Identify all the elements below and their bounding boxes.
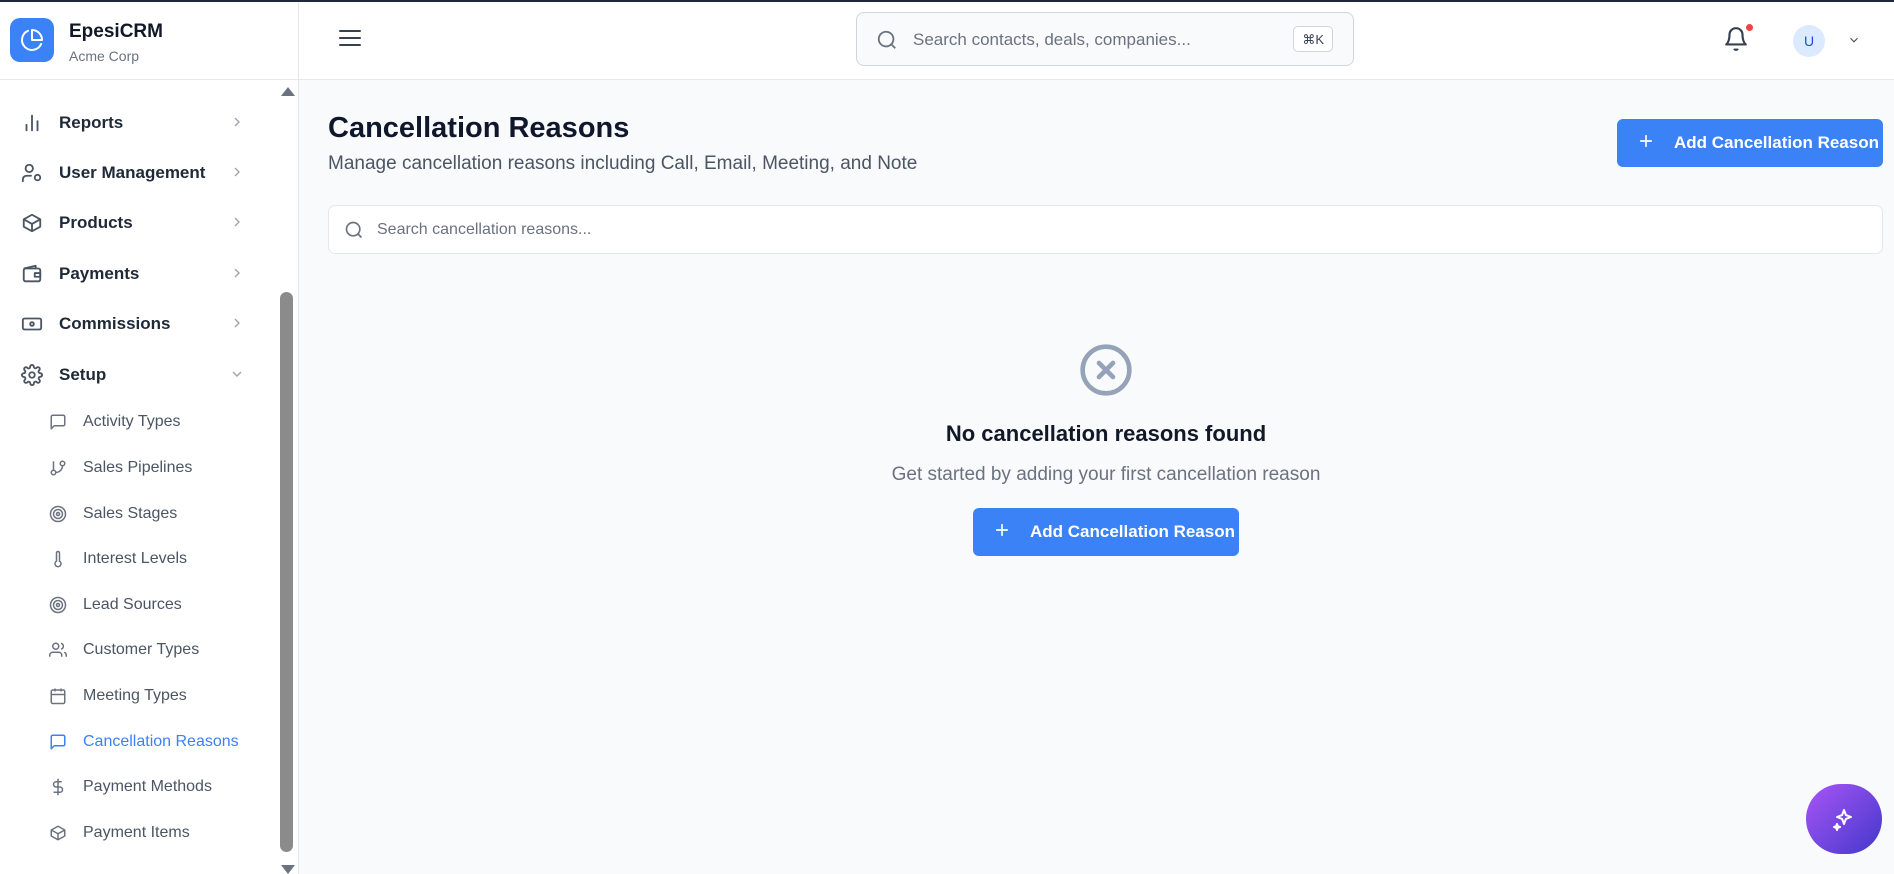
sidebar-subitem-label: Meeting Types xyxy=(83,687,187,704)
brand-header[interactable]: EpesiCRM Acme Corp xyxy=(0,2,298,80)
sparkles-icon xyxy=(1833,809,1852,831)
sidebar-subitem-label: Lead Sources xyxy=(83,596,182,613)
sidebar-subitem-label: Payment Methods xyxy=(83,778,212,795)
users-icon xyxy=(49,642,67,657)
gear-icon xyxy=(21,364,43,386)
scroll-up-arrow-icon[interactable] xyxy=(281,87,295,96)
brand-logo-icon xyxy=(10,18,54,62)
wallet-icon xyxy=(22,264,42,283)
sidebar-item-label: Products xyxy=(59,213,133,232)
chevron-right-icon xyxy=(234,217,240,227)
cancellation-search-placeholder: Search cancellation reasons... xyxy=(377,221,592,238)
sidebar-subitem-label: Payment Items xyxy=(83,824,190,841)
empty-add-button-label: Add Cancellation Reason xyxy=(1030,522,1235,541)
page-subtitle: Manage cancellation reasons including Ca… xyxy=(328,153,918,174)
sidebar-item-label: Reports xyxy=(59,113,124,132)
cancellation-search-input[interactable]: Search cancellation reasons... xyxy=(328,205,1883,254)
global-search-input[interactable]: Search contacts, deals, companies... ⌘K xyxy=(856,12,1354,66)
scroll-down-arrow-icon[interactable] xyxy=(281,865,295,874)
sidebar-subitem-sales-stages[interactable]: Sales Stages xyxy=(0,496,260,532)
sidebar-item-label: User Management xyxy=(59,163,206,182)
brand-name: EpesiCRM xyxy=(69,21,163,42)
add-button-label: Add Cancellation Reason xyxy=(1674,133,1879,152)
page-title: Cancellation Reasons xyxy=(328,112,630,144)
banknote-icon xyxy=(21,317,43,331)
sidebar-item-user-management[interactable]: User Management xyxy=(0,153,260,193)
thermometer-icon xyxy=(54,550,62,568)
sidebar-subitem-interest-levels[interactable]: Interest Levels xyxy=(0,541,260,577)
sidebar-item-products[interactable]: Products xyxy=(0,203,260,243)
sidebar-subitem-label: Interest Levels xyxy=(83,550,188,567)
sidebar-subitem-payment-items[interactable]: Payment Items xyxy=(0,815,260,851)
search-icon xyxy=(877,30,896,49)
plus-icon xyxy=(995,523,1009,537)
empty-state-subtitle: Get started by adding your first cancell… xyxy=(891,464,1321,485)
calendar-icon xyxy=(50,688,66,705)
sidebar-subitem-label: Sales Stages xyxy=(83,505,178,522)
top-header: Search contacts, deals, companies... ⌘K … xyxy=(299,2,1894,80)
sidebar-subitem-customer-types[interactable]: Customer Types xyxy=(0,632,260,668)
empty-state-title: No cancellation reasons found xyxy=(945,421,1267,446)
sidebar-item-label: Payments xyxy=(59,264,140,283)
dollar-icon xyxy=(52,778,64,796)
sidebar-item-setup[interactable]: Setup xyxy=(0,355,260,395)
chevron-right-icon xyxy=(234,167,240,177)
chevron-right-icon xyxy=(234,117,240,127)
sidebar-subitem-meeting-types[interactable]: Meeting Types xyxy=(0,678,260,714)
sidebar-subitem-cancellation-reasons[interactable]: Cancellation Reasons xyxy=(0,724,260,760)
chevron-down-icon xyxy=(232,371,242,377)
x-circle-icon xyxy=(1080,344,1132,396)
target-icon xyxy=(49,505,67,523)
bar-chart-icon xyxy=(25,114,39,132)
sidebar-subitem-label: Customer Types xyxy=(83,641,200,658)
sidebar-item-label: Commissions xyxy=(59,314,171,333)
sidebar-subitem-payment-methods[interactable]: Payment Methods xyxy=(0,769,260,805)
menu-toggle-icon[interactable] xyxy=(339,30,361,50)
chevron-right-icon xyxy=(234,318,240,328)
sidebar-subitem-label: Cancellation Reasons xyxy=(83,733,239,750)
search-shortcut-badge: ⌘K xyxy=(1293,26,1333,52)
empty-add-cancellation-reason-button[interactable]: Add Cancellation Reason xyxy=(973,508,1239,556)
notification-dot xyxy=(1746,24,1753,31)
plus-icon xyxy=(1639,134,1653,148)
sidebar-subitem-lead-sources[interactable]: Lead Sources xyxy=(0,587,260,623)
bell-icon[interactable] xyxy=(1723,26,1749,52)
sidebar-item-payments[interactable]: Payments xyxy=(0,254,260,294)
search-icon xyxy=(345,221,363,239)
message-square-icon xyxy=(50,734,66,750)
user-cog-icon xyxy=(21,163,42,183)
sidebar-item-reports[interactable]: Reports xyxy=(0,103,260,143)
chevron-down-icon[interactable] xyxy=(1847,33,1861,47)
sidebar-item-label: Setup xyxy=(59,365,107,384)
sidebar-item-commissions[interactable]: Commissions xyxy=(0,304,260,344)
add-cancellation-reason-button[interactable]: Add Cancellation Reason xyxy=(1617,119,1883,167)
ai-assistant-button[interactable] xyxy=(1806,784,1882,854)
chevron-right-icon xyxy=(234,268,240,278)
avatar[interactable]: U xyxy=(1793,25,1825,57)
global-search-placeholder: Search contacts, deals, companies... xyxy=(913,30,1191,49)
brand-org: Acme Corp xyxy=(69,48,140,64)
package-icon xyxy=(22,213,42,233)
target-icon xyxy=(49,596,67,614)
package-icon xyxy=(50,825,66,841)
scrollbar-thumb[interactable] xyxy=(280,292,293,852)
